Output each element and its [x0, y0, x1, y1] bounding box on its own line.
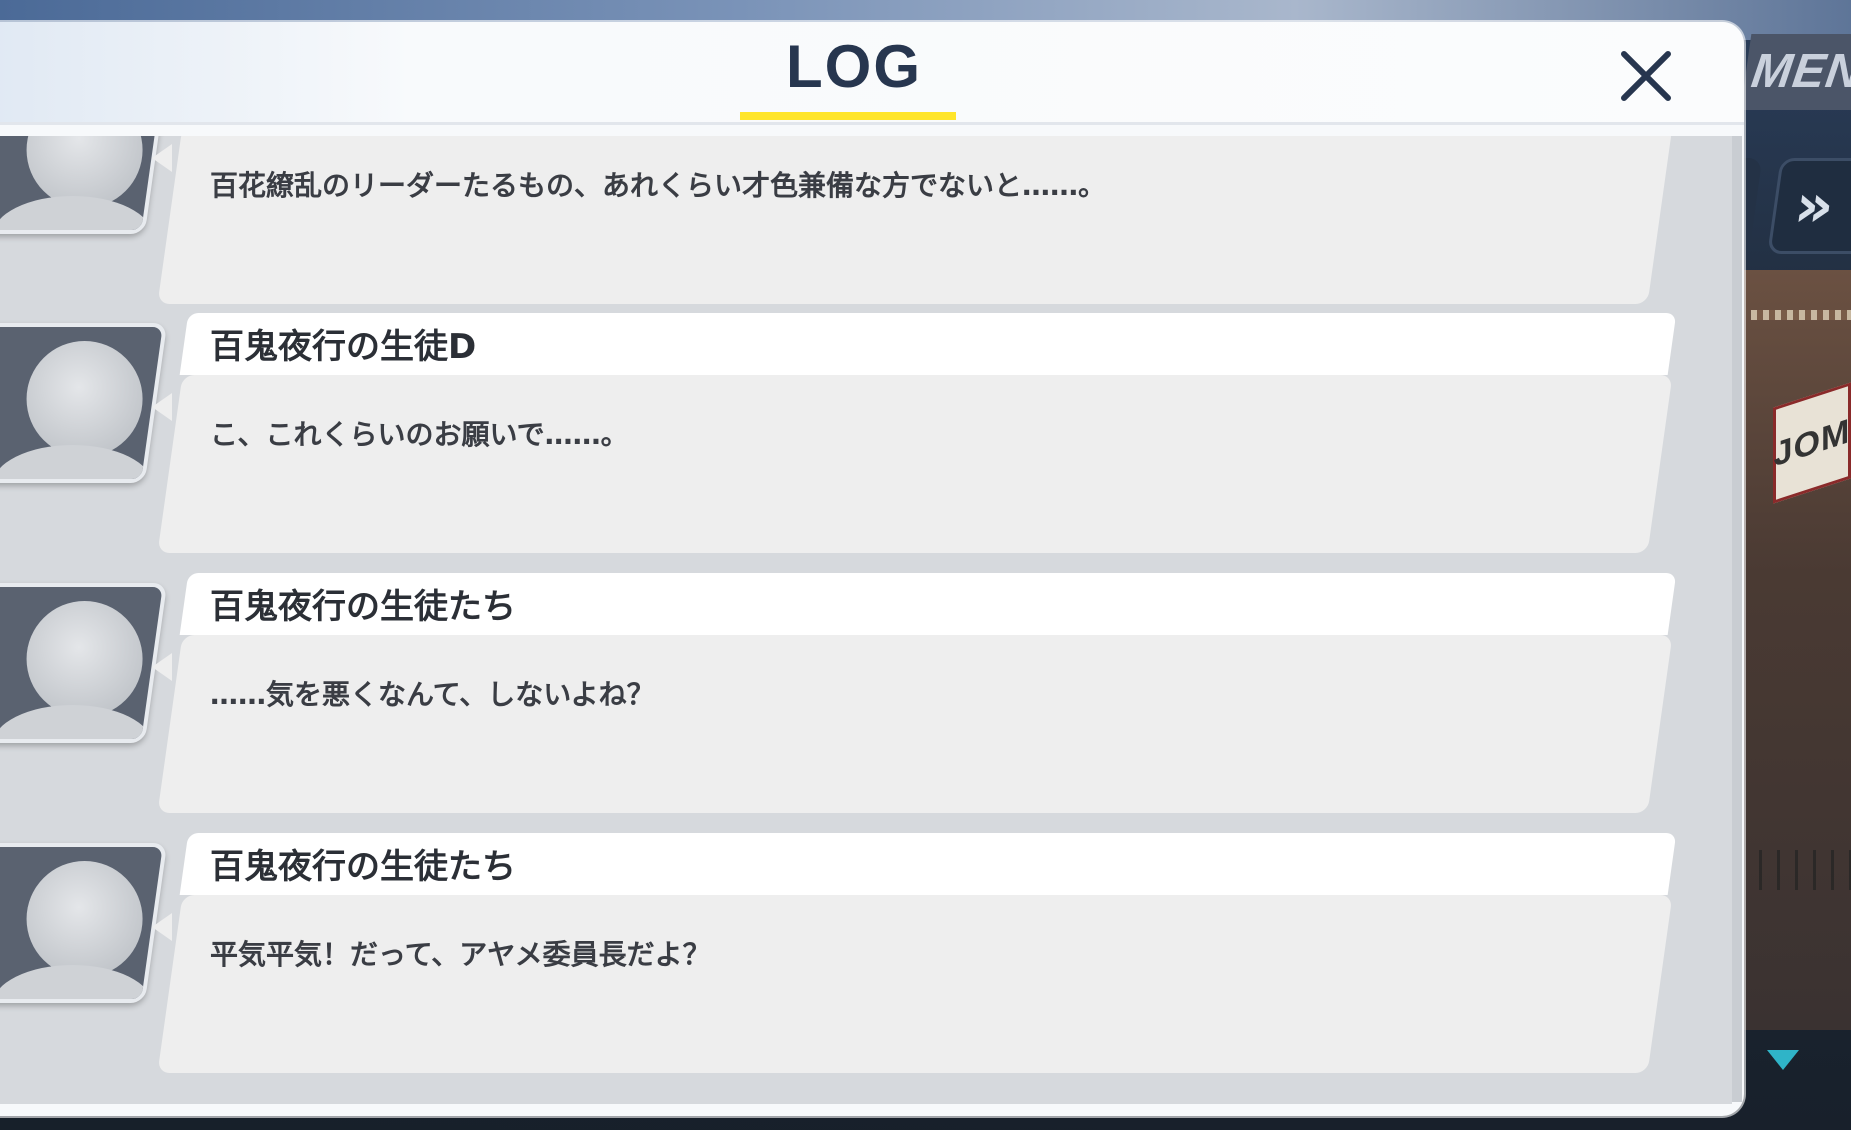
avatar-icon: [0, 136, 168, 234]
log-list[interactable]: 百花繚乱のリーダーたるもの、あれくらい才色兼備な方でないと……。 百鬼夜行の生徒…: [0, 136, 1732, 1104]
message-text: 平気平気！だって、アヤメ委員長だよ？: [210, 938, 711, 971]
menu-button[interactable]: MEN: [1740, 34, 1851, 110]
bubble-pointer: [152, 913, 172, 941]
avatar-icon: [0, 843, 168, 1003]
speaker-name: 百鬼夜行の生徒D: [210, 327, 477, 367]
speaker-name: 百鬼夜行の生徒たち: [210, 847, 516, 887]
log-entry: 百花繚乱のリーダーたるもの、あれくらい才色兼備な方でないと……。: [0, 136, 1732, 304]
close-icon: [1621, 51, 1671, 101]
log-entry: 百鬼夜行の生徒たち ……気を悪くなんて、しないよね？: [0, 573, 1732, 813]
bubble-pointer: [152, 393, 172, 421]
background-railing: [1741, 850, 1851, 890]
background-building: [1741, 270, 1851, 1030]
avatar-icon: [0, 323, 168, 483]
log-panel: LOG 百花繚乱のリーダーたるもの、あれくらい才色兼備な方でないと……。 百鬼夜…: [0, 22, 1744, 1116]
message-bubble: [157, 375, 1673, 553]
skip-button[interactable]: »: [1767, 158, 1851, 254]
scrollbar[interactable]: [1732, 136, 1742, 1102]
message-text: こ、これくらいのお願いで……。: [210, 418, 629, 451]
log-title-underline: [740, 112, 956, 120]
log-entry: 百鬼夜行の生徒D こ、これくらいのお願いで……。: [0, 313, 1732, 553]
message-bubble: [157, 895, 1673, 1073]
bubble-pointer: [152, 653, 172, 681]
message-text: ……気を悪くなんて、しないよね？: [210, 678, 655, 711]
log-title: LOG: [786, 33, 922, 100]
message-bubble: [157, 136, 1673, 304]
skip-icon: »: [1790, 171, 1839, 241]
message-bubble: [157, 635, 1673, 813]
speaker-name: 百鬼夜行の生徒たち: [210, 587, 516, 627]
avatar-icon: [0, 583, 168, 743]
scroll-down-icon: [1767, 1050, 1799, 1070]
message-text: 百花繚乱のリーダーたるもの、あれくらい才色兼備な方でないと……。: [210, 169, 1107, 202]
bubble-pointer: [152, 144, 172, 172]
log-entry: 百鬼夜行の生徒たち 平気平気！だって、アヤメ委員長だよ？: [0, 833, 1732, 1073]
log-header: LOG: [0, 22, 1744, 125]
close-button[interactable]: [1610, 40, 1682, 112]
